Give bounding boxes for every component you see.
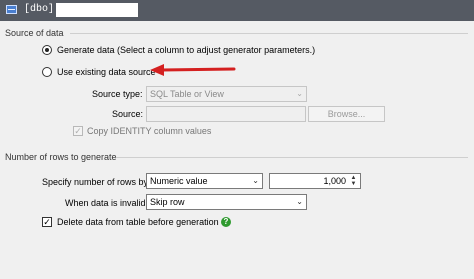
source-type-select[interactable]: SQL Table or View ⌄ [146, 86, 307, 102]
help-icon[interactable]: ? [221, 217, 231, 227]
use-existing-source-radio[interactable] [42, 67, 52, 77]
source-label: Source: [112, 109, 144, 119]
chevron-down-icon: ⌄ [296, 197, 303, 206]
checkmark-icon: ✓ [74, 126, 82, 136]
specify-rows-label: Specify number of rows by: [42, 177, 151, 187]
title-bar: [dbo]. [0, 0, 474, 21]
title-text: [dbo]. [24, 4, 61, 15]
copy-identity-label[interactable]: Copy IDENTITY column values [87, 126, 211, 136]
table-icon [6, 5, 17, 14]
invalid-data-value: Skip row [150, 197, 185, 207]
use-existing-source-label[interactable]: Use existing data source [57, 67, 156, 77]
chevron-down-icon: ⌄ [296, 89, 303, 98]
source-type-label: Source type: [92, 89, 143, 99]
specify-rows-select[interactable]: Numeric value ⌄ [146, 173, 263, 189]
rows-group-separator [116, 157, 468, 158]
chevron-down-icon: ⌄ [252, 176, 259, 185]
generate-data-radio[interactable] [42, 45, 52, 55]
rows-count-input[interactable]: 1,000 ▲ ▼ [269, 173, 361, 189]
source-input[interactable] [146, 106, 306, 122]
checkmark-icon: ✓ [43, 217, 51, 227]
source-type-value: SQL Table or View [150, 89, 224, 99]
rows-group-label: Number of rows to generate [5, 152, 117, 162]
redacted-table-name [56, 3, 138, 17]
invalid-data-select[interactable]: Skip row ⌄ [146, 194, 307, 210]
source-group-separator [70, 33, 468, 34]
invalid-data-label: When data is invalid: [65, 198, 149, 208]
copy-identity-checkbox[interactable]: ✓ [73, 126, 83, 136]
spinner-arrows-icon[interactable]: ▲ ▼ [349, 175, 358, 187]
specify-rows-value: Numeric value [150, 176, 208, 186]
delete-data-checkbox[interactable]: ✓ [42, 217, 52, 227]
red-arrow-icon [150, 64, 236, 76]
rows-count-value: 1,000 [323, 176, 346, 186]
delete-data-label[interactable]: Delete data from table before generation [57, 217, 219, 227]
browse-button[interactable]: Browse... [308, 106, 385, 122]
source-group-label: Source of data [5, 28, 64, 38]
generate-data-label[interactable]: Generate data (Select a column to adjust… [57, 45, 315, 55]
